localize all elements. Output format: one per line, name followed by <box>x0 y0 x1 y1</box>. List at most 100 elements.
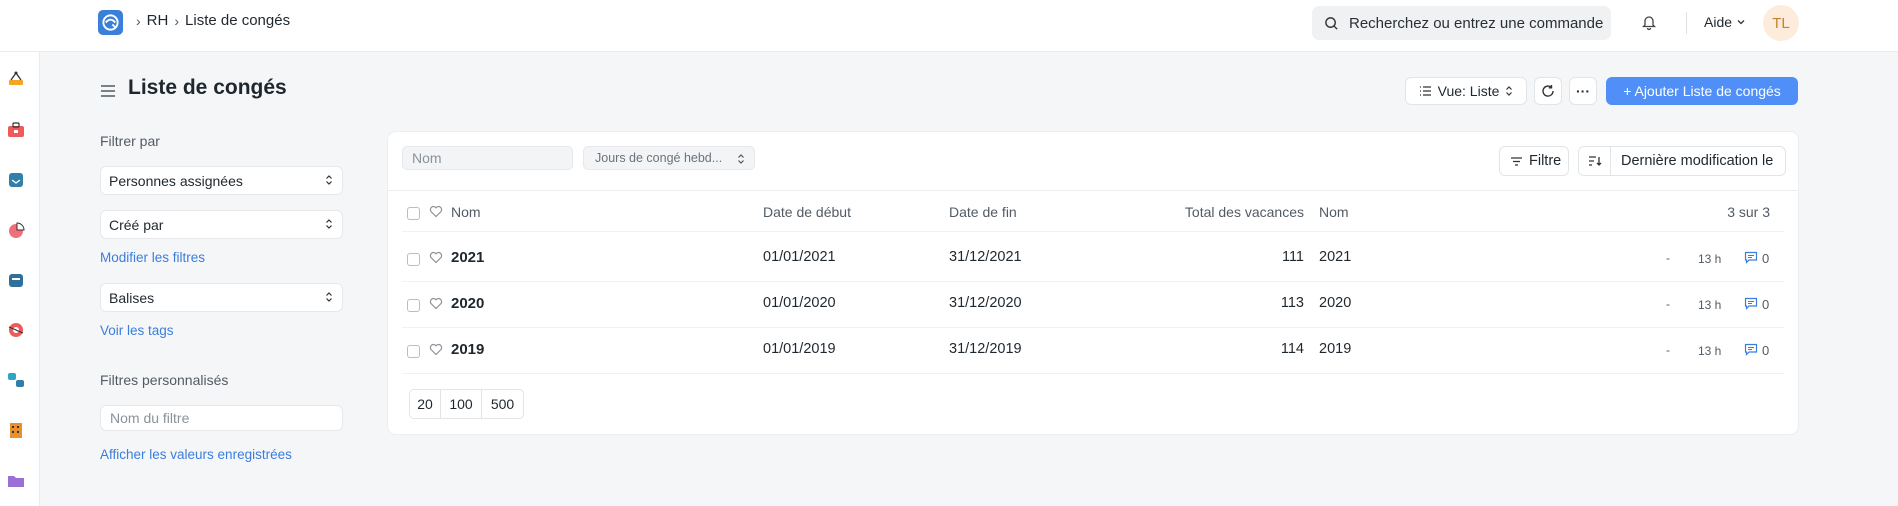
row-name-2: 2021 <box>1319 249 1352 265</box>
row-start-date: 01/01/2021 <box>763 249 836 265</box>
created-by-label: Créé par <box>109 216 164 233</box>
custom-filters-label: Filtres personnalisés <box>100 372 229 388</box>
sort-button[interactable]: Dernière modification le <box>1578 146 1786 176</box>
row-total-holidays: 111 <box>1281 249 1304 265</box>
top-navbar: › RH › Liste de congés Aide TL <box>0 0 1898 52</box>
row-modified-time: 13 h <box>1698 298 1722 312</box>
building-icon[interactable] <box>4 418 28 442</box>
help-menu[interactable]: Aide <box>1704 14 1746 30</box>
list-card <box>388 132 1798 434</box>
avatar[interactable]: TL <box>1763 5 1799 41</box>
page-size-500[interactable]: 500 <box>481 389 524 419</box>
row-name[interactable]: 2020 <box>451 295 484 312</box>
app-rail <box>0 52 40 506</box>
column-header-end-date[interactable]: Date de fin <box>949 204 1017 220</box>
app-logo[interactable] <box>98 10 123 35</box>
comment-icon[interactable] <box>1744 343 1758 361</box>
record-count: 3 sur 3 <box>1727 204 1770 220</box>
view-switcher-button[interactable]: Vue: Liste <box>1405 77 1527 105</box>
accounting-icon[interactable] <box>4 67 28 91</box>
filter-by-label: Filtrer par <box>100 133 160 149</box>
row-name[interactable]: 2019 <box>451 341 484 358</box>
heart-icon[interactable] <box>429 251 443 269</box>
name-filter-input[interactable] <box>402 146 573 170</box>
folder-box-icon[interactable] <box>4 268 28 292</box>
edit-filters-link[interactable]: Modifier les filtres <box>100 250 205 265</box>
row-start-date: 01/01/2019 <box>763 341 836 357</box>
filter-name-input[interactable] <box>100 405 343 431</box>
weekly-off-filter[interactable]: Jours de congé hebd... <box>583 146 755 170</box>
page-title: Liste de congés <box>128 76 287 99</box>
filter-icon <box>1511 156 1522 166</box>
row-name[interactable]: 2021 <box>451 249 484 266</box>
row-name-2: 2020 <box>1319 295 1352 311</box>
add-leave-list-button[interactable]: + Ajouter Liste de congés <box>1606 77 1798 105</box>
breadcrumb-leave-list[interactable]: Liste de congés <box>185 12 290 29</box>
row-comment-count: 0 <box>1762 297 1770 312</box>
row-end-date: 31/12/2020 <box>949 295 1022 311</box>
notification-bell-icon[interactable] <box>1641 14 1657 36</box>
row-checkbox[interactable] <box>407 299 420 312</box>
inbox-icon[interactable] <box>4 168 28 192</box>
row-checkbox[interactable] <box>407 253 420 266</box>
comment-icon[interactable] <box>1744 251 1758 269</box>
sidebar-toggle-icon[interactable] <box>100 84 116 103</box>
show-tags-link[interactable]: Voir les tags <box>100 323 174 338</box>
page-size-20[interactable]: 20 <box>409 389 441 419</box>
divider <box>402 281 1784 282</box>
row-comment-count: 0 <box>1762 251 1770 266</box>
select-arrows-icon <box>326 292 332 302</box>
comment-icon[interactable] <box>1744 297 1758 315</box>
breadcrumb: › RH › Liste de congés <box>136 12 290 29</box>
breadcrumb-rh[interactable]: RH <box>147 12 169 29</box>
sort-direction-icon[interactable] <box>1579 147 1611 175</box>
page-size-100[interactable]: 100 <box>440 389 482 419</box>
filter-button[interactable]: Filtre <box>1499 146 1569 176</box>
heart-icon[interactable] <box>429 205 443 223</box>
chevron-right-icon: › <box>136 12 141 29</box>
support-icon[interactable] <box>4 318 28 342</box>
select-arrows-icon <box>326 175 332 185</box>
refresh-button[interactable] <box>1534 77 1562 105</box>
help-label: Aide <box>1704 14 1733 30</box>
column-header-total-holidays[interactable]: Total des vacances <box>1120 204 1304 220</box>
filter-label: Filtre <box>1529 153 1562 169</box>
row-total-holidays: 114 <box>1280 341 1304 357</box>
row-total-holidays: 113 <box>1280 295 1304 311</box>
chevron-down-icon <box>1737 20 1745 25</box>
chevron-right-icon: › <box>174 12 180 29</box>
flow-icon[interactable] <box>4 368 28 392</box>
column-header-name-2[interactable]: Nom <box>1319 204 1349 220</box>
pie-chart-icon[interactable] <box>4 218 28 242</box>
row-modified-time: 13 h <box>1698 344 1722 358</box>
column-header-start-date[interactable]: Date de début <box>763 204 851 220</box>
row-checkbox[interactable] <box>407 345 420 358</box>
view-label: Vue: Liste <box>1437 83 1500 99</box>
heart-icon[interactable] <box>429 343 443 361</box>
select-arrows-icon <box>738 154 744 164</box>
search-bar[interactable] <box>1312 6 1611 40</box>
assigned-to-filter[interactable]: Personnes assignées <box>100 166 343 195</box>
divider <box>388 190 1798 191</box>
folder-icon[interactable] <box>4 468 28 492</box>
select-arrows-icon <box>1506 86 1513 96</box>
divider <box>402 327 1784 328</box>
row-name-2: 2019 <box>1319 341 1352 357</box>
divider <box>402 231 1784 232</box>
search-input[interactable] <box>1347 13 1607 33</box>
select-all-checkbox[interactable] <box>407 207 420 220</box>
tags-filter[interactable]: Balises <box>100 283 343 312</box>
row-assignee: - <box>1666 251 1670 265</box>
show-saved-link[interactable]: Afficher les valeurs enregistrées <box>100 447 292 462</box>
row-assignee: - <box>1666 343 1670 357</box>
row-start-date: 01/01/2020 <box>763 295 836 311</box>
created-by-filter[interactable]: Créé par <box>100 210 343 239</box>
refresh-icon <box>1542 85 1554 97</box>
more-actions-button[interactable]: ··· <box>1569 77 1597 105</box>
heart-icon[interactable] <box>429 297 443 315</box>
list-icon <box>1419 86 1431 96</box>
tags-label: Balises <box>109 289 155 306</box>
briefcase-icon[interactable] <box>4 118 28 142</box>
column-header-name[interactable]: Nom <box>451 204 481 220</box>
row-assignee: - <box>1666 297 1670 311</box>
